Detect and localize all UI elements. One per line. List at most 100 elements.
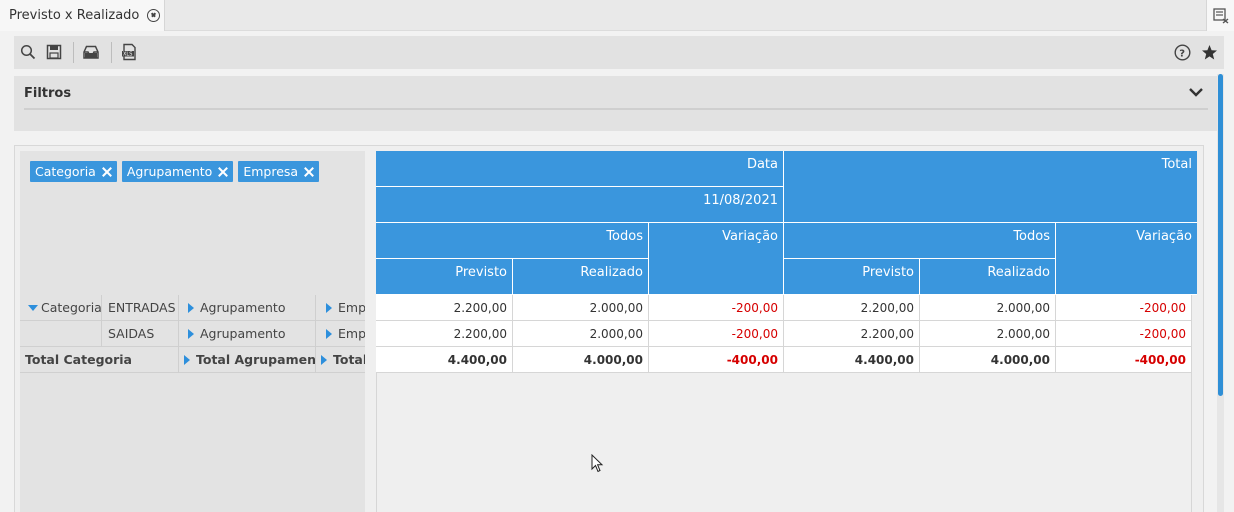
- save-icon[interactable]: [45, 43, 63, 61]
- cell-total-row-variacao: -400,00: [649, 347, 784, 373]
- chip-agrupamento[interactable]: Agrupamento: [121, 161, 234, 182]
- empresa-label: Empr: [338, 326, 365, 341]
- total-agrupamento-label: Total Agrupamento: [196, 352, 316, 367]
- collapsed-triangle-icon: [184, 354, 190, 365]
- chip-label: Categoria: [35, 164, 96, 179]
- row-label-saidas: SAIDAS: [102, 320, 179, 347]
- categoria-header-label: Categoria: [41, 300, 102, 315]
- cell-realizado: 2.000,00: [513, 295, 649, 321]
- total-empresa-toggle[interactable]: Total: [316, 347, 365, 373]
- close-icon[interactable]: [303, 166, 314, 177]
- total-agrupamento-toggle[interactable]: Total Agrupamento: [179, 346, 316, 373]
- collapsed-triangle-icon: [321, 354, 327, 365]
- total-empresa-label: Total: [333, 352, 365, 367]
- export-xls-icon[interactable]: XLS: [121, 43, 139, 61]
- chip-label: Empresa: [243, 164, 299, 179]
- col-header-realizado: Realizado: [513, 259, 649, 295]
- help-icon[interactable]: ?: [1173, 43, 1191, 61]
- agrupamento-toggle[interactable]: Agrupamento: [179, 320, 316, 347]
- inbox-icon[interactable]: [82, 43, 100, 61]
- collapsed-triangle-icon: [326, 328, 332, 339]
- header-text: Realizado: [580, 265, 643, 280]
- mouse-cursor-icon: [591, 453, 605, 478]
- header-text: Todos: [1013, 229, 1050, 244]
- cell-grand-total-variacao: -400,00: [1056, 347, 1192, 373]
- filters-panel[interactable]: Filtros: [14, 76, 1218, 131]
- field-chips: Categoria Agrupamento Empresa: [30, 161, 320, 182]
- col-header-data: Data: [376, 151, 784, 187]
- chip-categoria[interactable]: Categoria: [30, 161, 117, 182]
- agrupamento-toggle[interactable]: Agrupamento: [179, 294, 316, 321]
- toolbar: XLS ?: [14, 36, 1224, 69]
- chip-label: Agrupamento: [126, 164, 213, 179]
- cell-variacao: -200,00: [649, 295, 784, 321]
- empresa-label: Empr: [338, 300, 365, 315]
- collapsed-triangle-icon: [326, 302, 332, 313]
- header-text: Variação: [722, 229, 778, 244]
- total-label: Total Categoria: [25, 352, 132, 367]
- header-text: Data: [746, 157, 778, 172]
- row-label: ENTRADAS: [108, 300, 176, 315]
- cell-realizado: 2.000,00: [513, 321, 649, 347]
- cell-total-variacao: -200,00: [1056, 321, 1192, 347]
- header-text: Total: [1161, 157, 1192, 172]
- filters-divider: [24, 108, 1208, 110]
- header-text: Previsto: [862, 265, 914, 280]
- cell-total-row-realizado: 4.000,00: [513, 347, 649, 373]
- categoria-header[interactable]: Categoria: [20, 294, 102, 321]
- col-header-total-realizado: Realizado: [920, 259, 1056, 295]
- col-header-todos: Todos: [376, 223, 649, 259]
- cell-total-row-previsto: 4.400,00: [376, 347, 513, 373]
- cell-total-realizado: 2.000,00: [920, 295, 1056, 321]
- expanded-triangle-icon: [28, 304, 38, 311]
- cell-previsto: 2.200,00: [376, 321, 513, 347]
- row-header-total: Total Categoria Total Agrupamento Total: [20, 346, 365, 373]
- col-header-total-todos: Todos: [784, 223, 1056, 259]
- col-header-total-variacao: Variação: [1056, 223, 1197, 295]
- cell-grand-total-realizado: 4.000,00: [920, 347, 1056, 373]
- tab-title: Previsto x Realizado: [9, 8, 140, 23]
- agrupamento-label: Agrupamento: [200, 300, 286, 315]
- close-icon[interactable]: [101, 166, 112, 177]
- scrollbar-thumb[interactable]: [1218, 74, 1223, 396]
- cell-total-realizado: 2.000,00: [920, 321, 1056, 347]
- header-text: Realizado: [987, 265, 1050, 280]
- header-text: Previsto: [455, 265, 507, 280]
- empresa-toggle[interactable]: Empr: [316, 295, 365, 321]
- empty-cell: [20, 320, 102, 347]
- col-header-total-previsto: Previsto: [784, 259, 920, 295]
- cell-variacao: -200,00: [649, 321, 784, 347]
- row-label: SAIDAS: [108, 326, 155, 341]
- toolbar-separator: [111, 42, 112, 63]
- tab-list-icon[interactable]: [1206, 0, 1234, 31]
- chevron-down-icon[interactable]: [1188, 86, 1204, 102]
- svg-text:XLS: XLS: [123, 52, 132, 58]
- star-icon[interactable]: [1200, 43, 1218, 61]
- filters-title: Filtros: [24, 86, 72, 101]
- tab-bar: Previsto x Realizado: [0, 0, 1234, 31]
- row-label-entradas: ENTRADAS: [102, 294, 179, 321]
- empresa-toggle[interactable]: Empr: [316, 321, 365, 347]
- collapsed-triangle-icon: [188, 302, 194, 313]
- col-header-previsto: Previsto: [376, 259, 513, 295]
- cell-grand-total-previsto: 4.400,00: [784, 347, 920, 373]
- toolbar-separator: [73, 42, 74, 63]
- row-header-saidas: SAIDAS Agrupamento Empr: [20, 320, 365, 347]
- col-header-total: Total: [784, 151, 1197, 223]
- agrupamento-label: Agrupamento: [200, 326, 286, 341]
- header-text: 11/08/2021: [703, 193, 778, 208]
- col-header-date: 11/08/2021: [376, 187, 784, 223]
- cell-total-variacao: -200,00: [1056, 295, 1192, 321]
- cell-total-previsto: 2.200,00: [784, 321, 920, 347]
- search-icon[interactable]: [19, 43, 37, 61]
- cell-total-previsto: 2.200,00: [784, 295, 920, 321]
- tab-close-icon[interactable]: [147, 9, 161, 22]
- total-categoria-label: Total Categoria: [20, 346, 179, 373]
- header-text: Todos: [606, 229, 643, 244]
- close-icon[interactable]: [217, 166, 228, 177]
- col-header-variacao: Variação: [649, 223, 784, 295]
- collapsed-triangle-icon: [188, 328, 194, 339]
- header-text: Variação: [1136, 229, 1192, 244]
- chip-empresa[interactable]: Empresa: [238, 161, 320, 182]
- tab-previsto-realizado[interactable]: Previsto x Realizado: [0, 0, 165, 31]
